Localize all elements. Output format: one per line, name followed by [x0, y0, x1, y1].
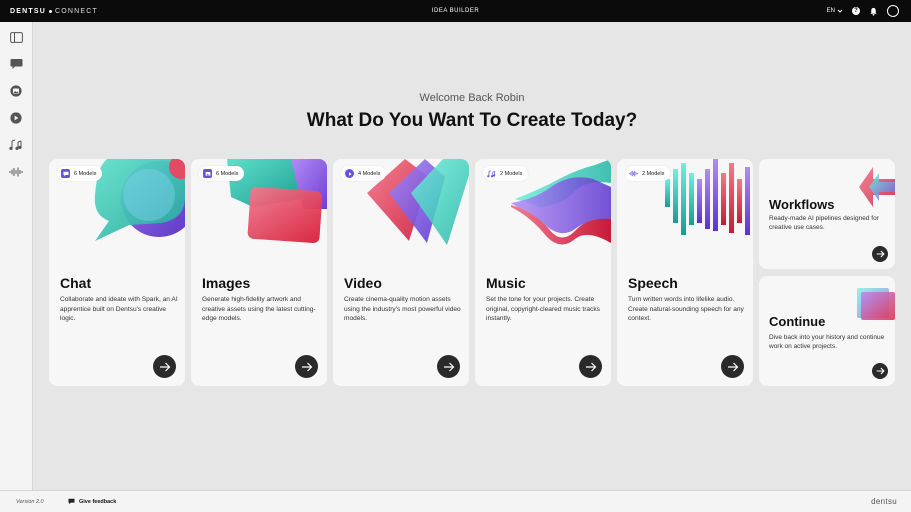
sidebar-item-video[interactable] — [7, 109, 25, 127]
card-description: Generate high-fidelity artwork and creat… — [202, 296, 316, 323]
card-music[interactable]: 2 Models Music Set the tone for your pro… — [475, 159, 611, 386]
brand-primary: DENTSU — [10, 7, 46, 15]
brand-dot — [48, 9, 52, 13]
card-description: Dive back into your history and continue… — [769, 334, 885, 351]
bell-icon[interactable] — [869, 7, 878, 16]
music-icon — [9, 139, 22, 150]
open-continue-button[interactable] — [872, 363, 888, 379]
open-video-button[interactable] — [437, 355, 460, 378]
models-count: 4 Models — [358, 170, 381, 177]
image-icon — [203, 169, 212, 178]
card-images[interactable]: 6 Models Images Generate high-fidelity a… — [191, 159, 327, 386]
waveform-icon — [9, 167, 23, 177]
continue-artwork — [857, 288, 895, 320]
card-description: Collaborate and ideate with Spark, an AI… — [60, 296, 178, 323]
waveform-icon — [629, 169, 638, 178]
models-badge: 4 Models — [341, 166, 387, 181]
open-chat-button[interactable] — [153, 355, 176, 378]
language-selector[interactable]: EN — [827, 8, 843, 14]
sidebar-item-images[interactable] — [7, 82, 25, 100]
sidebar-item-speech[interactable] — [7, 163, 25, 181]
footer-logo: dentsu — [871, 497, 897, 506]
play-icon — [345, 169, 354, 178]
feedback-label: Give feedback — [79, 498, 117, 505]
sidebar — [0, 22, 33, 490]
card-description: Set the tone for your projects. Create o… — [486, 296, 600, 323]
sidebar-item-music[interactable] — [7, 136, 25, 154]
brand-secondary: CONNECT — [54, 7, 98, 15]
brand-logo[interactable]: DENTSU CONNECT — [10, 0, 98, 22]
workflows-artwork — [859, 167, 895, 207]
main-headline: What Do You Want To Create Today? — [306, 110, 638, 131]
footer: Version 2.0 Give feedback dentsu — [0, 490, 911, 512]
card-continue[interactable]: Continue Dive back into your history and… — [759, 276, 895, 386]
music-icon — [487, 169, 496, 178]
arrow-right-icon — [876, 367, 885, 375]
models-badge: 6 Models — [199, 166, 245, 181]
arrow-right-icon — [585, 362, 596, 371]
arrow-right-icon — [443, 362, 454, 371]
play-icon — [10, 112, 22, 124]
sidebar-toggle-button[interactable] — [7, 28, 25, 46]
models-count: 6 Models — [74, 170, 97, 177]
card-title: Music — [486, 275, 526, 291]
models-badge: 6 Models — [57, 166, 103, 181]
card-workflows[interactable]: Workflows Ready-made AI pipelines design… — [759, 159, 895, 269]
arrow-right-icon — [301, 362, 312, 371]
open-music-button[interactable] — [579, 355, 602, 378]
models-count: 2 Models — [500, 170, 523, 177]
sidebar-item-chat[interactable] — [7, 55, 25, 73]
help-label: ? — [854, 8, 858, 14]
card-title: Continue — [769, 314, 826, 329]
arrow-right-icon — [727, 362, 738, 371]
chat-icon — [61, 169, 70, 178]
card-title: Images — [202, 275, 251, 291]
language-label: EN — [826, 8, 835, 14]
page-title: IDEA BUILDER — [431, 8, 480, 14]
card-title: Speech — [628, 275, 678, 291]
card-title: Video — [344, 275, 382, 291]
arrow-right-icon — [159, 362, 170, 371]
models-count: 6 Models — [216, 170, 239, 177]
card-description: Turn written words into lifelike audio. … — [628, 296, 744, 323]
models-count: 2 Models — [642, 170, 665, 177]
chevron-down-icon — [837, 9, 843, 13]
card-chat[interactable]: 6 Models Chat Collaborate and ideate wit… — [49, 159, 185, 386]
give-feedback-link[interactable]: Give feedback — [68, 498, 116, 505]
top-bar: DENTSU CONNECT IDEA BUILDER EN ? — [0, 0, 911, 22]
card-description: Create cinema-quality motion assets usin… — [344, 296, 461, 323]
feedback-icon — [68, 498, 75, 505]
card-title: Workflows — [769, 197, 835, 212]
card-title: Chat — [60, 275, 92, 291]
open-images-button[interactable] — [295, 355, 318, 378]
avatar[interactable] — [887, 5, 899, 17]
welcome-text: Welcome Back Robin — [419, 92, 525, 104]
card-description: Ready-made AI pipelines designed for cre… — [769, 215, 879, 232]
top-right-controls: EN ? — [827, 0, 899, 22]
open-workflows-button[interactable] — [872, 246, 888, 262]
card-video[interactable]: 4 Models Video Create cinema-quality mot… — [333, 159, 469, 386]
image-icon — [10, 85, 22, 97]
card-speech[interactable]: 2 Models Speech Turn written words into … — [617, 159, 753, 386]
models-badge: 2 Models — [625, 166, 671, 181]
arrow-right-icon — [876, 250, 885, 258]
help-icon[interactable]: ? — [852, 7, 860, 15]
version-label: Version 2.0 — [16, 498, 44, 505]
open-speech-button[interactable] — [721, 355, 744, 378]
chat-icon — [10, 59, 22, 69]
models-badge: 2 Models — [483, 166, 529, 181]
sidebar-toggle-icon — [9, 31, 23, 43]
